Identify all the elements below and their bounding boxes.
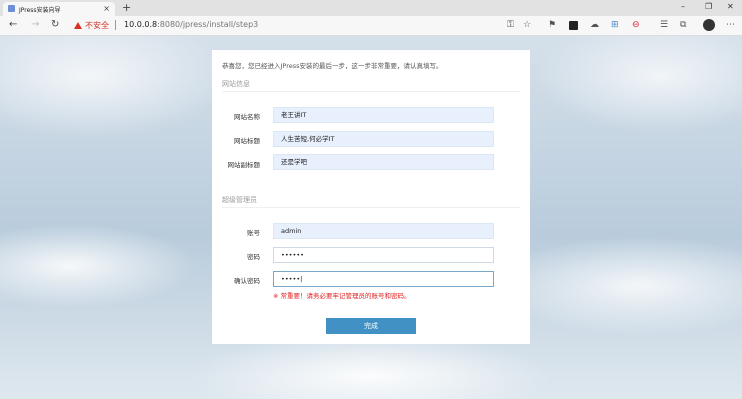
- key-icon[interactable]: ⚿: [507, 20, 514, 30]
- section-divider: [222, 207, 520, 208]
- site-title-label: 网站标题: [234, 137, 260, 145]
- back-icon[interactable]: ←: [9, 19, 17, 30]
- site-subtitle-label: 网站副标题: [227, 161, 261, 169]
- browser-tab[interactable]: JPress安装向导 ×: [3, 2, 115, 16]
- confirm-password-label: 确认密码: [234, 277, 260, 285]
- address-bar[interactable]: 10.0.0.8:8080/jpress/install/step3: [124, 20, 258, 29]
- forward-icon[interactable]: →: [31, 19, 39, 30]
- section-divider: [222, 91, 520, 92]
- site-name-input[interactable]: 老王讲IT: [273, 107, 494, 123]
- cloud-extension-icon[interactable]: ☁: [590, 20, 599, 30]
- close-window-button[interactable]: ✕: [727, 2, 734, 11]
- reload-icon[interactable]: ↻: [51, 19, 59, 30]
- page-favicon-icon: [8, 5, 15, 12]
- favorites-icon[interactable]: ☰: [660, 20, 668, 30]
- confirm-password-input[interactable]: •••••|: [273, 271, 494, 287]
- install-page: 恭喜您，您已经进入JPress安装的最后一步，这一步非常重要，请认真填写。 网站…: [0, 36, 742, 399]
- admin-heading: 超级管理员: [222, 196, 257, 204]
- warning-icon: [74, 22, 82, 29]
- restore-button[interactable]: ❐: [705, 2, 712, 11]
- account-input[interactable]: admin: [273, 223, 494, 239]
- favorite-star-icon[interactable]: ☆: [523, 20, 531, 30]
- warning-text: ※ 常重要！请务必要牢记管理员的账号和密码。: [273, 292, 411, 300]
- profile-avatar[interactable]: [703, 19, 715, 31]
- install-form-card: 恭喜您，您已经进入JPress安装的最后一步，这一步非常重要，请认真填写。 网站…: [212, 50, 530, 344]
- extension-icon[interactable]: ⚑: [548, 20, 556, 30]
- url-host: 10.0.0.8: [124, 20, 158, 29]
- browser-toolbar: ← → ↻ 不安全 10.0.0.8:8080/jpress/install/s…: [0, 16, 742, 36]
- url-path: :8080/jpress/install/step3: [157, 20, 259, 29]
- more-menu-icon[interactable]: ⋯: [726, 20, 735, 30]
- extension-dark-icon[interactable]: [569, 21, 578, 30]
- site-title-input[interactable]: 人生苦短,何必学IT: [273, 131, 494, 147]
- account-label: 账号: [247, 229, 260, 237]
- minimize-button[interactable]: –: [681, 2, 685, 11]
- intro-text: 恭喜您，您已经进入JPress安装的最后一步，这一步非常重要，请认真填写。: [222, 62, 443, 70]
- password-label: 密码: [247, 253, 260, 261]
- security-indicator[interactable]: 不安全: [74, 20, 109, 31]
- password-input[interactable]: ••••••: [273, 247, 494, 263]
- tab-close-button[interactable]: ×: [103, 4, 110, 13]
- new-tab-button[interactable]: +: [122, 1, 131, 14]
- site-subtitle-input[interactable]: 还是学吧: [273, 154, 494, 170]
- extension-red-icon[interactable]: ⊖: [632, 20, 640, 30]
- insecure-label: 不安全: [85, 21, 109, 30]
- finish-button[interactable]: 完成: [326, 318, 416, 334]
- site-info-heading: 网站信息: [222, 80, 250, 88]
- tab-strip: JPress安装向导 × + – ❐ ✕: [0, 0, 742, 16]
- extension-blue-icon[interactable]: ⊞: [611, 20, 619, 30]
- tab-title: JPress安装向导: [19, 7, 61, 14]
- site-name-label: 网站名称: [234, 113, 260, 121]
- address-divider: [115, 20, 116, 30]
- collections-icon[interactable]: ⧉: [680, 20, 686, 30]
